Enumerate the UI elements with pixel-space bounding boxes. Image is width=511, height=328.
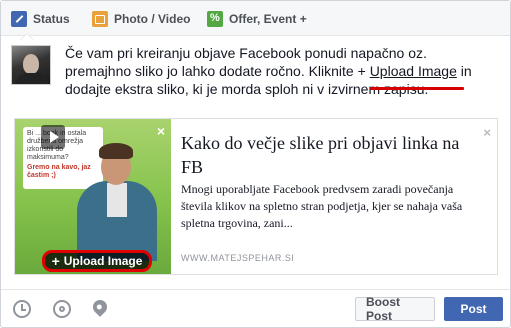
- preview-description[interactable]: Mnogi uporabljate Facebook predvsem zara…: [181, 181, 487, 232]
- post-composer: Status Photo / Video Offer, Event + Če v…: [0, 0, 511, 328]
- location-pin-icon[interactable]: [90, 297, 110, 317]
- message-line-2-post: in: [456, 63, 472, 79]
- upload-image-button[interactable]: + Upload Image: [42, 250, 152, 272]
- remove-preview-icon[interactable]: ×: [483, 125, 491, 140]
- boost-post-button[interactable]: Boost Post: [355, 295, 435, 323]
- tab-photo-video-label: Photo / Video: [114, 11, 191, 26]
- preview-domain: WWW.MATEJSPEHAR.SI: [181, 253, 295, 263]
- pencil-icon: [11, 10, 27, 27]
- avatar: [11, 45, 51, 85]
- offer-icon: [207, 10, 223, 27]
- preview-title[interactable]: Kako do večje slike pri objavi linka na …: [181, 131, 481, 179]
- highlight-underline: [370, 87, 464, 90]
- plus-icon: +: [51, 253, 60, 269]
- tab-status-label: Status: [33, 11, 70, 26]
- composer-tabs: Status Photo / Video Offer, Event +: [1, 1, 510, 36]
- message-line-2-pre: premajhno sliko jo lahko dodate ročno. K…: [65, 63, 370, 79]
- avatar-body: [16, 73, 48, 84]
- active-tab-caret: [21, 34, 33, 40]
- link-preview-card[interactable]: Bi ... book in ostala družbena omrežja i…: [14, 118, 498, 275]
- camera-icon: [92, 10, 108, 27]
- tab-offer-event[interactable]: Offer, Event +: [207, 1, 307, 36]
- tab-offer-event-label: Offer, Event +: [229, 11, 307, 26]
- message-upload-link: Upload Image: [369, 63, 457, 79]
- thumbnail-person-shirt: [107, 183, 127, 217]
- post-button[interactable]: Post: [444, 297, 503, 321]
- preview-thumbnail[interactable]: Bi ... book in ostala družbena omrežja i…: [15, 119, 171, 274]
- remove-thumbnail-icon[interactable]: ×: [157, 123, 165, 139]
- upload-image-label: Upload Image: [63, 254, 143, 268]
- avatar-face: [23, 54, 39, 74]
- thumbnail-bubble-red-text: Gremo na kavo, jaz častim ;): [27, 164, 91, 179]
- tab-status[interactable]: Status: [11, 1, 70, 36]
- play-icon[interactable]: [41, 125, 65, 149]
- targeting-icon[interactable]: [53, 300, 71, 318]
- tab-photo-video[interactable]: Photo / Video: [92, 1, 190, 36]
- clock-icon[interactable]: [13, 300, 31, 318]
- thumbnail-person-hair: [99, 143, 133, 159]
- message-line-1: Če vam pri kreiranju objave Facebook pon…: [65, 45, 427, 61]
